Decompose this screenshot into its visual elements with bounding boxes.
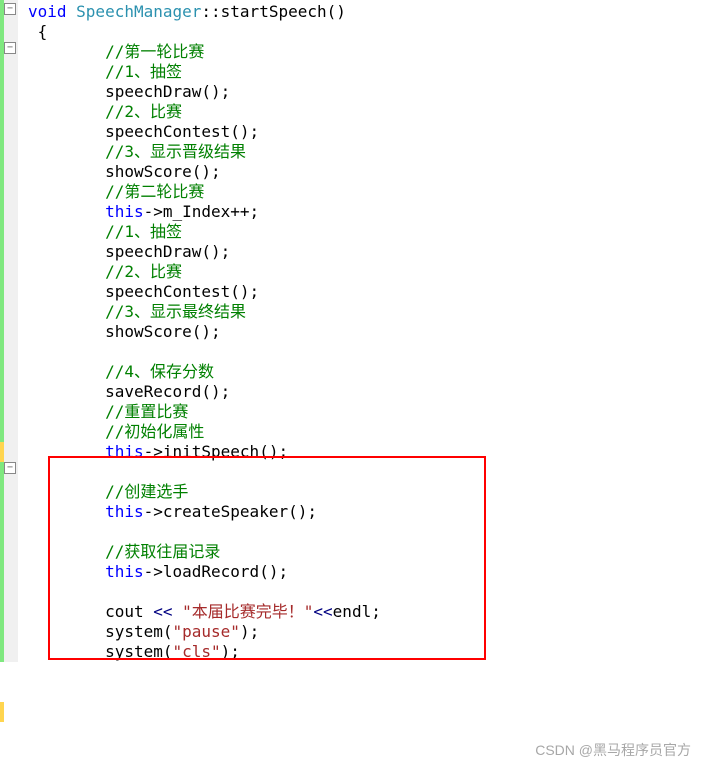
code-editor: − − − void SpeechManager::startSpeech() … [0, 0, 703, 662]
code-line: //3、显示晋级结果 [24, 142, 703, 162]
code-line: this->loadRecord(); [24, 562, 703, 582]
code-line: //创建选手 [24, 482, 703, 502]
code-line: //初始化属性 [24, 422, 703, 442]
fold-toggle-icon[interactable]: − [4, 3, 16, 15]
change-marker [0, 702, 4, 722]
code-line [24, 342, 703, 362]
code-line: void SpeechManager::startSpeech() [24, 2, 703, 22]
code-line: system("pause"); [24, 622, 703, 642]
code-line: //4、保存分数 [24, 362, 703, 382]
code-line: //2、比赛 [24, 262, 703, 282]
code-line: this->m_Index++; [24, 202, 703, 222]
code-line: //1、抽签 [24, 222, 703, 242]
code-line: //2、比赛 [24, 102, 703, 122]
code-line: showScore(); [24, 322, 703, 342]
code-line: //重置比赛 [24, 402, 703, 422]
code-line: this->initSpeech(); [24, 442, 703, 462]
code-line: showScore(); [24, 162, 703, 182]
code-line: //获取往届记录 [24, 542, 703, 562]
code-line: //1、抽签 [24, 62, 703, 82]
code-line: system("cls"); [24, 642, 703, 662]
code-line: speechContest(); [24, 282, 703, 302]
code-line: this->createSpeaker(); [24, 502, 703, 522]
code-line: saveRecord(); [24, 382, 703, 402]
code-line: speechDraw(); [24, 242, 703, 262]
code-line [24, 462, 703, 482]
fold-toggle-icon[interactable]: − [4, 462, 16, 474]
change-marker [0, 442, 4, 462]
code-line: //第二轮比赛 [24, 182, 703, 202]
fold-toggle-icon[interactable]: − [4, 42, 16, 54]
code-line: //第一轮比赛 [24, 42, 703, 62]
code-line: speechDraw(); [24, 82, 703, 102]
code-line [24, 582, 703, 602]
code-line: //3、显示最终结果 [24, 302, 703, 322]
code-line [24, 522, 703, 542]
code-line: speechContest(); [24, 122, 703, 142]
code-line: cout << "本届比赛完毕！"<<endl; [24, 602, 703, 622]
code-line: { [24, 22, 703, 42]
watermark: CSDN @黑马程序员官方 [535, 740, 691, 760]
fold-column [4, 0, 18, 662]
